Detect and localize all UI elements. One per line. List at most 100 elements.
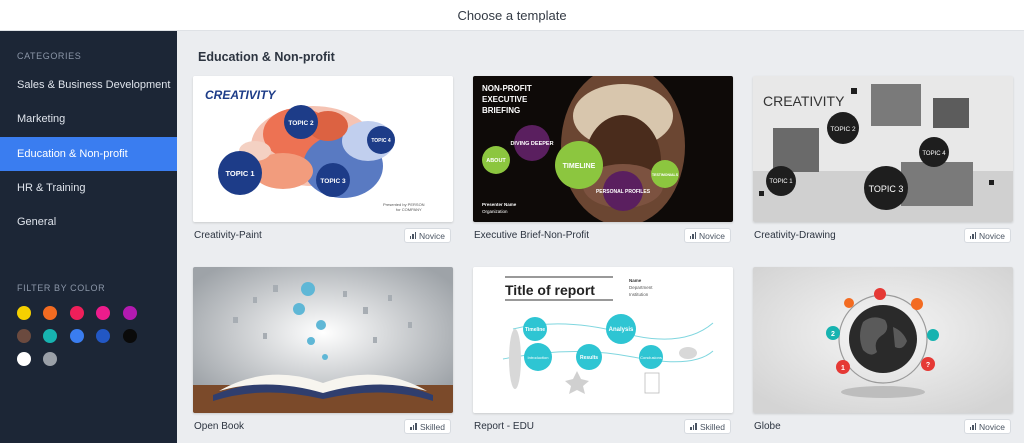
level-label: Skilled [419,421,445,432]
bubble-timeline: Timeline [525,327,545,333]
thumb-heading-3: BRIEFING [482,106,520,115]
sidebar-item-label: Sales & Business Development [17,79,171,91]
template-name: Creativity-Drawing [754,230,836,241]
template-thumbnail: CREATIVITY TOPIC 1 TOPIC 2 TOPIC 3 TOPIC… [753,76,1013,222]
sidebar: CATEGORIES Sales & Business Development … [0,31,177,443]
level-bars-icon [410,423,417,430]
thumb-footer-2: for COMPANY [396,207,422,212]
color-swatch-black[interactable] [123,329,137,343]
color-swatch-dark-blue[interactable] [96,329,110,343]
thumb-side-name: Name [629,278,642,283]
color-swatch-pink[interactable] [96,306,110,320]
level-label: Novice [419,230,445,241]
color-swatch-white[interactable] [17,352,31,366]
level-bars-icon [689,232,697,239]
thumb-topic-3: TOPIC 3 [869,184,904,194]
template-card-report-edu[interactable]: Title of report Name Department Institut… [473,267,733,434]
color-swatch-gray[interactable] [43,352,57,366]
template-gallery: Education & Non-profit CREATIVITY TOPIC … [177,31,1024,443]
globe-marker-2: 2 [831,331,835,338]
report-thumbnail-art: Title of report Name Department Institut… [473,267,733,413]
nonprofit-thumbnail-art: NON-PROFIT EXECUTIVE BRIEFING ABOUT DIVI… [473,76,733,222]
color-swatch-teal[interactable] [43,329,57,343]
bubble-analysis: Analysis [609,327,634,333]
section-title: Education & Non-profit [198,50,335,64]
thumb-heading-1: NON-PROFIT [482,84,532,93]
bubble-personal-profiles: PERSONAL PROFILES [596,189,651,195]
globe-thumbnail-art: 2 1 ? [753,267,1013,413]
color-swatch-blue[interactable] [70,329,84,343]
level-badge: Novice [963,419,1011,434]
thumb-organization: Organization [482,209,508,214]
thumb-topic-4: TOPIC 4 [371,138,391,144]
card-meta: Creativity-Drawing Novice [753,227,1013,245]
level-bars-icon [969,423,977,430]
sidebar-item-label: Marketing [17,113,66,125]
template-thumbnail: Title of report Name Department Institut… [473,267,733,413]
bubble-introduction: Introduction [528,355,549,360]
level-badge: Novice [683,228,731,243]
template-thumbnail: 2 1 ? [753,267,1013,413]
color-swatch-brown[interactable] [17,329,31,343]
page-title: Choose a template [457,7,567,23]
card-meta: Creativity-Paint Novice [193,227,453,245]
globe-marker-question: ? [926,362,930,369]
thumb-heading: CREATIVITY [205,88,276,102]
color-swatch-yellow[interactable] [17,306,31,320]
thumb-topic-4: TOPIC 4 [922,151,946,157]
card-meta: Executive Brief-Non-Profit Novice [473,227,733,245]
sidebar-item-education[interactable]: Education & Non-profit [0,137,177,171]
bubble-conclusions: Conclusions [640,355,662,360]
thumb-heading-2: EXECUTIVE [482,95,528,104]
thumb-topic-3: TOPIC 3 [320,178,346,185]
template-thumbnail: CREATIVITY TOPIC 1 TOPIC 2 TOPIC 3 TOPIC… [193,76,453,222]
level-badge: Skilled [404,419,451,434]
drawing-thumbnail-art: CREATIVITY TOPIC 1 TOPIC 2 TOPIC 3 TOPIC… [753,76,1013,222]
level-label: Novice [699,230,725,241]
template-name: Open Book [194,421,245,432]
level-bars-icon [690,423,697,430]
template-thumbnail [193,267,453,413]
sidebar-item-label: HR & Training [17,182,86,194]
bubble-testimonials: TESTIMONIALS [652,173,679,177]
sidebar-item-general[interactable]: General [0,205,177,239]
color-swatch-red[interactable] [70,306,84,320]
thumb-side-institution: Institution [629,292,649,297]
categories-heading: CATEGORIES [17,51,82,61]
thumb-topic-2: TOPIC 2 [288,120,314,127]
top-bar: Choose a template [0,0,1024,31]
sidebar-item-hr-training[interactable]: HR & Training [0,171,177,205]
thumb-presenter: Presenter Name [482,202,517,207]
thumb-heading: Title of report [505,282,595,298]
template-card-executive-brief[interactable]: NON-PROFIT EXECUTIVE BRIEFING ABOUT DIVI… [473,76,733,243]
sidebar-item-sales[interactable]: Sales & Business Development [0,68,177,102]
template-card-creativity-paint[interactable]: CREATIVITY TOPIC 1 TOPIC 2 TOPIC 3 TOPIC… [193,76,453,243]
template-card-creativity-drawing[interactable]: CREATIVITY TOPIC 1 TOPIC 2 TOPIC 3 TOPIC… [753,76,1013,243]
bubble-about: ABOUT [486,158,506,164]
thumb-side-department: Department [629,285,653,290]
card-meta: Report - EDU Skilled [473,418,733,436]
book-thumbnail-art [193,267,453,413]
bubble-results: Results [580,355,598,361]
thumb-topic-2: TOPIC 2 [830,126,856,133]
globe-marker-1: 1 [841,365,845,372]
level-bars-icon [409,232,417,239]
bubble-diving-deeper: DIVING DEEPER [510,141,553,147]
template-card-globe[interactable]: 2 1 ? Globe Novice [753,267,1013,434]
sidebar-item-label: General [17,216,57,228]
bubble-timeline: TIMELINE [563,163,596,170]
filter-color-heading: FILTER BY COLOR [17,283,106,293]
sidebar-item-marketing[interactable]: Marketing [0,102,177,136]
paint-thumbnail-art: CREATIVITY TOPIC 1 TOPIC 2 TOPIC 3 TOPIC… [193,76,453,222]
sidebar-item-label: Education & Non-profit [17,148,128,160]
template-card-open-book[interactable]: Open Book Skilled [193,267,453,434]
color-swatch-orange[interactable] [43,306,57,320]
card-meta: Open Book Skilled [193,418,453,436]
level-badge: Novice [403,228,451,243]
level-bars-icon [969,232,977,239]
level-label: Novice [979,230,1005,241]
thumb-heading: CREATIVITY [763,93,845,109]
template-name: Globe [754,421,781,432]
color-swatch-purple[interactable] [123,306,137,320]
template-name: Report - EDU [474,421,535,432]
